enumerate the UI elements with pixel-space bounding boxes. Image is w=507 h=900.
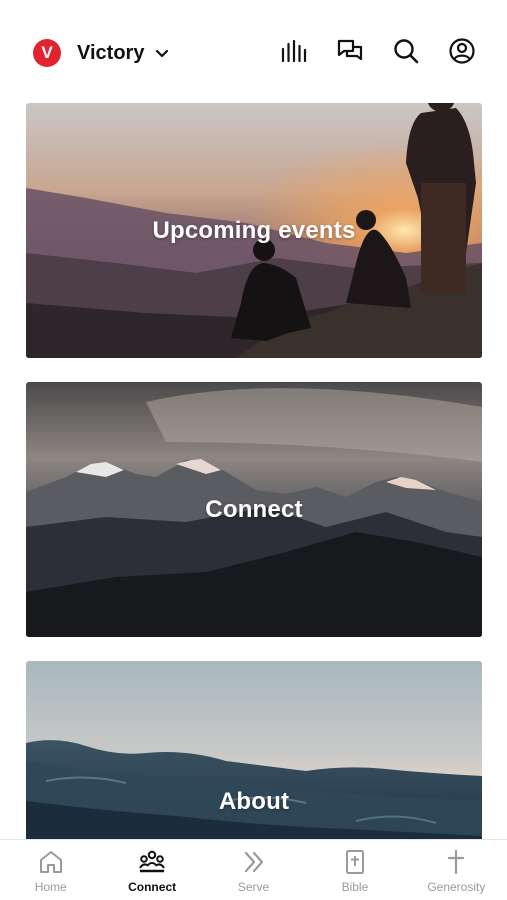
home-icon xyxy=(39,851,62,873)
group-icon xyxy=(139,850,165,873)
card-title: About xyxy=(218,788,290,815)
bottom-navigation: Home Connect Serve Bible Generosity xyxy=(0,839,507,900)
bible-icon xyxy=(345,850,364,874)
app-screen: V Victory Upcoming events Connect About … xyxy=(0,0,507,900)
chevron-down-icon xyxy=(156,49,169,58)
header-actions xyxy=(279,36,477,66)
messages-button[interactable] xyxy=(335,36,365,66)
chat-icon xyxy=(337,39,363,61)
card-title: Upcoming events xyxy=(152,216,356,244)
cross-icon xyxy=(448,849,465,875)
search-icon xyxy=(394,39,419,64)
card-title: Connect xyxy=(205,495,303,523)
search-button[interactable] xyxy=(391,36,421,66)
logo-letter: V xyxy=(41,43,53,62)
church-logo: V xyxy=(33,39,61,67)
nav-item-serve[interactable]: Serve xyxy=(203,840,304,900)
media-button[interactable] xyxy=(279,36,309,66)
about-card[interactable]: About xyxy=(26,661,482,851)
church-name: Victory xyxy=(77,41,145,64)
nav-item-home[interactable]: Home xyxy=(0,840,101,900)
chevrons-right-icon xyxy=(244,851,263,873)
connect-card[interactable]: Connect xyxy=(26,382,482,637)
church-selector[interactable]: V Victory xyxy=(33,38,170,68)
upcoming-events-card[interactable]: Upcoming events xyxy=(26,103,482,358)
profile-icon xyxy=(449,38,475,64)
nav-label: Home xyxy=(34,880,67,894)
audio-bars-icon xyxy=(281,39,307,63)
nav-label: Generosity xyxy=(427,880,486,894)
nav-label: Serve xyxy=(237,880,270,894)
profile-button[interactable] xyxy=(447,36,477,66)
ocean-waves-image xyxy=(26,661,482,851)
nav-label: Bible xyxy=(341,880,369,894)
nav-item-connect[interactable]: Connect xyxy=(101,840,202,900)
nav-item-generosity[interactable]: Generosity xyxy=(406,840,507,900)
nav-item-bible[interactable]: Bible xyxy=(304,840,405,900)
nav-label: Connect xyxy=(128,880,177,894)
top-bar: V Victory xyxy=(0,0,507,100)
